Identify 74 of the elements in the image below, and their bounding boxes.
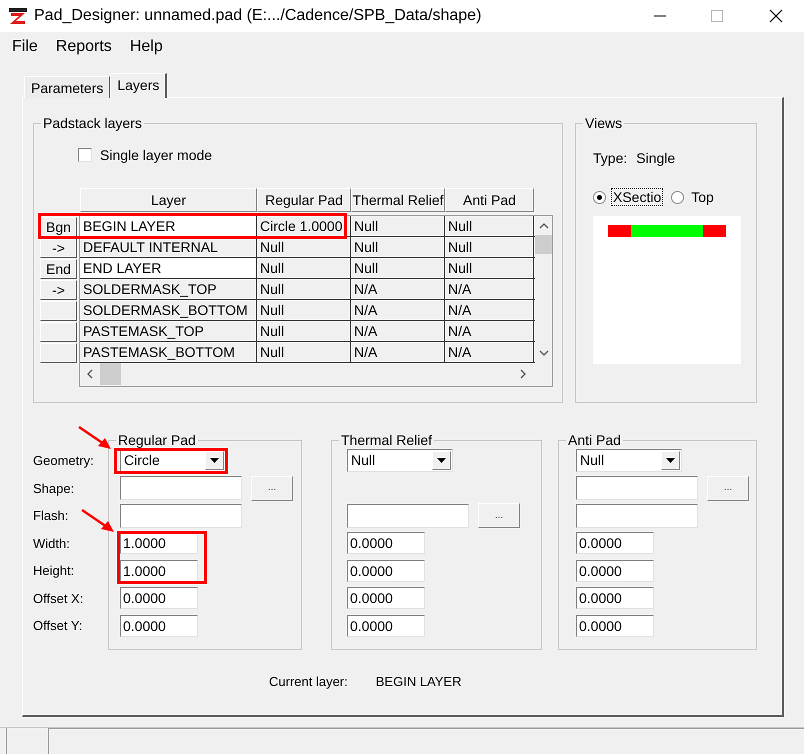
column-header[interactable]: Thermal Relief [351,188,445,212]
scroll-thumb[interactable] [535,235,552,254]
table-cell: END LAYER [80,258,257,278]
arrow-icon [81,508,115,532]
radio-label[interactable]: Top [689,188,716,206]
close-icon[interactable] [769,9,783,23]
group-title: Regular Pad [116,432,198,448]
scroll-down-icon[interactable] [538,350,548,356]
group-title: Views [583,115,624,131]
field-label: Height: [33,562,74,580]
layer-row-button[interactable] [40,301,77,321]
type-label: Type: [593,150,628,166]
radio-button[interactable] [593,190,606,204]
browse-button[interactable]: ... [707,476,749,501]
number-field[interactable]: 1.0000 [120,560,198,582]
layer-row-button[interactable]: End [40,259,77,279]
number-field[interactable]: 0.0000 [347,614,425,637]
tab[interactable]: Layers [110,73,168,98]
column-header[interactable]: Regular Pad [257,188,351,212]
text-field[interactable] [576,504,698,528]
number-field[interactable]: 0.0000 [347,587,425,610]
geometry-dropdown[interactable]: Null [576,449,682,472]
group-title: Padstack layers [41,115,144,131]
number-field[interactable]: 0.0000 [120,614,198,637]
arrow-icon [78,426,112,450]
browse-button[interactable]: ... [478,503,520,528]
field-label: Offset X: [33,590,84,608]
layer-row-button[interactable]: Bgn [40,217,77,237]
checkbox[interactable] [78,148,92,162]
scroll-up-icon[interactable] [538,223,548,229]
number-field[interactable]: 0.0000 [576,560,654,582]
scroll-thumb[interactable] [100,363,121,385]
current-layer-label: Current layer: [269,672,348,691]
number-field[interactable]: 0.0000 [576,614,654,637]
radio-button[interactable] [671,190,684,204]
column-header[interactable]: Layer [80,188,257,212]
minimize-icon[interactable] [654,15,666,17]
column-header[interactable]: Anti Pad [445,188,534,212]
layer-row-button[interactable]: -> [40,238,77,258]
menu-item[interactable]: File [12,35,38,59]
menu-item[interactable]: Reports [56,35,112,59]
number-field[interactable]: 0.0000 [120,587,198,610]
tab[interactable]: Parameters [24,76,110,98]
radio-label[interactable]: XSectio [611,188,664,206]
browse-button[interactable]: ... [251,476,293,501]
type-value: Single [636,150,676,166]
text-field[interactable] [120,476,242,500]
window-title: Pad_Designer: unnamed.pad (E:.../Cadence/SPB_Data/shape) [34,6,482,26]
layer-row-button[interactable]: -> [40,280,77,300]
layer-row-button[interactable] [40,343,77,363]
app-icon [8,7,28,25]
number-field[interactable]: 0.0000 [347,560,425,582]
text-field[interactable] [120,504,242,528]
group-title: Thermal Relief [339,432,434,448]
number-field[interactable]: 0.0000 [347,532,425,554]
field-label: Flash: [33,507,68,525]
geometry-dropdown[interactable]: Null [347,449,453,472]
text-field[interactable] [347,504,469,528]
number-field[interactable]: 0.0000 [576,587,654,610]
field-label: Shape: [33,480,74,498]
field-label: Width: [33,534,70,552]
layer-row-button[interactable] [40,322,77,342]
field-label: Offset Y: [33,617,82,635]
text-field[interactable] [576,476,698,500]
table-cell: BEGIN LAYER [80,216,257,236]
group-title: Anti Pad [566,432,623,448]
menu-item[interactable]: Help [130,35,163,59]
scroll-left-icon[interactable] [87,369,93,379]
scroll-right-icon[interactable] [520,369,526,379]
checkbox-label: Single layer mode [100,146,212,165]
number-field[interactable]: 0.0000 [576,532,654,554]
number-field[interactable]: 1.0000 [120,532,198,554]
current-layer-value: BEGIN LAYER [376,672,462,690]
field-label: Geometry: [33,452,94,470]
